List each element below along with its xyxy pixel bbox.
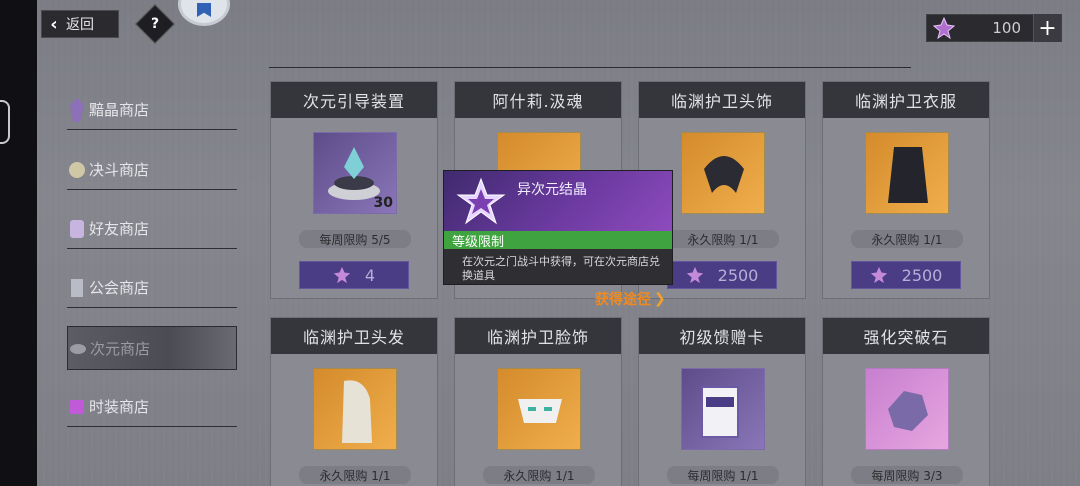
item-name: 次元引导装置 <box>271 82 437 118</box>
add-currency-button[interactable]: + <box>1033 14 1061 42</box>
item-name: 强化突破石 <box>823 318 989 354</box>
tooltip-description: 在次元之门战斗中获得，可在次元商店兑换道具 <box>462 255 660 282</box>
item-name: 初级馈赠卡 <box>639 318 805 354</box>
price-value: 4 <box>364 265 376 285</box>
breakthrough-stone-icon <box>865 368 949 450</box>
tooltip-title: 异次元结晶 <box>517 182 587 198</box>
header-divider <box>269 67 911 68</box>
obtain-method-label: 获得途径 <box>595 292 651 308</box>
guild-icon <box>71 278 83 297</box>
price-value: 2500 <box>717 265 759 285</box>
purchase-limit: 每周限购 3/3 <box>851 466 963 484</box>
purchase-limit: 永久限购 1/1 <box>299 466 411 484</box>
sidebar-item-label: 黯晶商店 <box>89 101 150 119</box>
item-name: 临渊护卫脸饰 <box>455 318 621 354</box>
purchase-limit: 每周限购 1/1 <box>667 466 779 484</box>
purchase-limit: 永久限购 1/1 <box>851 230 963 248</box>
dimension-crystal-icon <box>927 14 961 42</box>
purchase-limit: 永久限购 1/1 <box>667 230 779 248</box>
headwear-icon <box>681 132 765 214</box>
sidebar-item-duel-shop[interactable]: 决斗商店 <box>67 150 237 190</box>
item-quantity: 30 <box>373 195 393 211</box>
fashion-icon <box>70 399 84 414</box>
purchase-limit: 永久限购 1/1 <box>483 466 595 484</box>
currency-bar: 100 + <box>926 14 1062 42</box>
back-arrow-icon: ‹ <box>50 13 58 35</box>
duel-icon <box>69 161 85 178</box>
shop-item-card[interactable]: 次元引导装置 30 每周限购 5/5 4 <box>270 81 438 299</box>
crystal-icon <box>70 97 84 122</box>
buy-button[interactable]: 2500 <box>667 261 777 289</box>
sidebar-item-label: 好友商店 <box>89 220 150 238</box>
obtain-method-link[interactable]: 获得途径 ❯ <box>595 289 666 309</box>
dimension-crystal-icon <box>456 177 506 225</box>
dimension-crystal-icon <box>686 266 703 284</box>
sidebar-item-label: 决斗商店 <box>89 161 150 179</box>
item-name: 临渊护卫头发 <box>271 318 437 354</box>
price-value: 2500 <box>901 265 943 285</box>
chevron-right-icon: ❯ <box>654 291 666 307</box>
item-name: 临渊护卫头饰 <box>639 82 805 118</box>
sidebar-item-label: 次元商店 <box>90 339 151 358</box>
dimension-icon <box>70 344 86 354</box>
shop-item-card[interactable]: 初级馈赠卡 每周限购 1/1 <box>638 317 806 486</box>
dimension-crystal-icon <box>333 266 351 284</box>
sidebar-item-dimension-shop[interactable]: 次元商店 <box>67 326 237 370</box>
hair-icon <box>313 368 397 450</box>
item-name: 阿什莉.汲魂 <box>455 82 621 118</box>
item-name: 临渊护卫衣服 <box>823 82 989 118</box>
shop-item-card[interactable]: 临渊护卫头发 永久限购 1/1 <box>270 317 438 486</box>
side-edge-button[interactable] <box>0 100 10 144</box>
sidebar-item-friend-shop[interactable]: 好友商店 <box>67 209 237 249</box>
buy-button[interactable]: 2500 <box>851 261 961 289</box>
help-icon: ? <box>150 16 160 32</box>
dimension-device-icon: 30 <box>313 132 397 214</box>
dimension-crystal-icon <box>870 266 887 284</box>
tooltip-header: 异次元结晶 <box>444 171 672 231</box>
face-mask-icon <box>497 368 581 450</box>
shop-item-card[interactable]: 强化突破石 每周限购 3/3 <box>822 317 990 486</box>
item-tooltip: 异次元结晶 等级限制 在次元之门战斗中获得，可在次元商店兑换道具 <box>443 170 673 285</box>
sidebar-item-guild-shop[interactable]: 公会商店 <box>67 268 237 308</box>
sidebar-item-fashion-shop[interactable]: 时装商店 <box>67 387 237 427</box>
back-button[interactable]: ‹ 返回 <box>41 10 119 38</box>
buy-button[interactable]: 4 <box>299 261 409 289</box>
sidebar-item-label: 时装商店 <box>89 398 150 416</box>
level-restriction: 等级限制 <box>444 231 672 250</box>
currency-amount: 100 <box>992 19 1021 37</box>
outfit-icon <box>865 132 949 214</box>
purchase-limit: 每周限购 5/5 <box>299 230 411 248</box>
shop-item-card[interactable]: 临渊护卫脸饰 永久限购 1/1 <box>454 317 622 486</box>
friend-icon <box>70 219 84 238</box>
gift-card-icon <box>681 368 765 450</box>
sidebar-item-label: 公会商店 <box>89 279 150 297</box>
back-label: 返回 <box>66 17 94 33</box>
sidebar-item-crystal-shop[interactable]: 黯晶商店 <box>67 90 237 130</box>
shop-item-card[interactable]: 临渊护卫衣服 永久限购 1/1 2500 <box>822 81 990 299</box>
